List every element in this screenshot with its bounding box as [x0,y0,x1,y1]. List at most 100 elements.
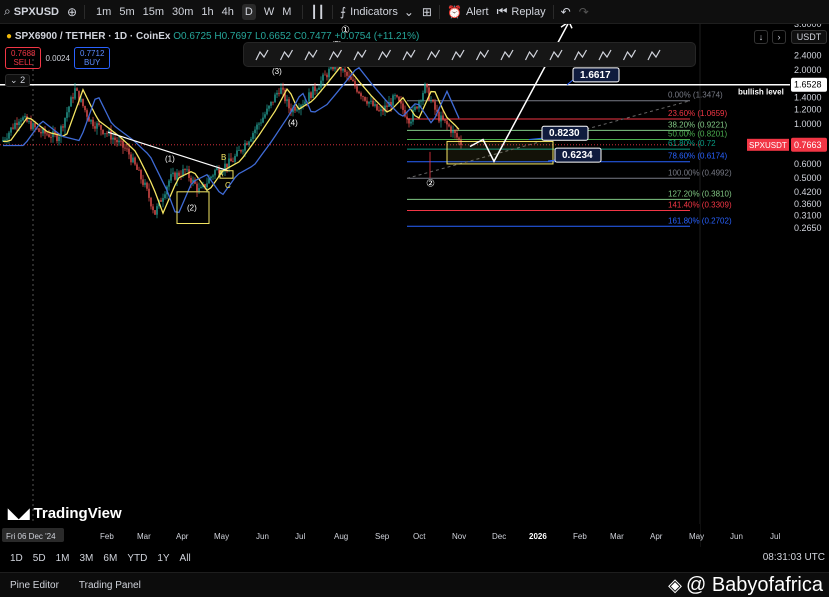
candle-body [250,138,252,142]
time-tick-label: Mar [137,532,151,541]
abcd-pattern-icon[interactable] [328,49,343,61]
xabcd-icon[interactable] [451,49,465,61]
layouts-button[interactable]: ⊞ [418,0,436,24]
fib-level-label: 61.80% (0.72 [668,139,716,148]
candle-body [46,133,48,135]
redo-button[interactable]: ↷ [575,0,593,24]
candle-body [196,183,198,192]
candle-body [104,133,106,135]
alert-button[interactable]: ⏰ Alert [443,0,493,24]
watermark: ◈ @ Babyofafrica [668,574,823,597]
candle-body [248,141,250,145]
candle-body [62,126,64,128]
download-icon[interactable]: ↓ [754,30,768,44]
divider [302,4,304,19]
price-tick-label: 0.3100 [794,211,822,221]
path-icon[interactable] [402,49,416,61]
candle-body [140,170,142,180]
horizontal-ray-icon[interactable] [304,49,318,61]
undo-button[interactable]: ↶ [557,0,575,24]
indicator-collapse-button[interactable]: ⌄ 2 [5,74,31,87]
chevron-down-icon: ⌄ [10,75,18,85]
candle-body [152,206,154,211]
range-5d[interactable]: 5D [28,553,51,564]
sell-button[interactable]: 0.7688 SELL [5,47,42,69]
divider [552,4,554,19]
range-1m[interactable]: 1M [51,553,75,564]
range-1y[interactable]: 1Y [152,553,174,564]
timeframe-5m[interactable]: 5m [119,6,134,18]
range-6m[interactable]: 6M [98,553,122,564]
range-3m[interactable]: 3M [75,553,99,564]
candle-body [422,93,424,101]
legend-change: +0.0754 (+11.21%) [334,31,420,42]
pine-editor-tab[interactable]: Pine Editor [0,580,69,591]
candle-body [378,110,380,111]
fib-icon[interactable] [647,49,661,61]
candle-body [434,101,436,110]
time-tick-label: Aug [334,532,348,541]
legend-close: C0.7477 [293,31,332,42]
line-icon[interactable] [426,49,441,61]
sell-label: SELL [13,58,34,67]
candle-body [454,130,456,134]
candle-body [100,124,102,130]
candle-body [230,158,232,162]
candle-body [110,130,112,140]
candle-body [328,68,330,78]
cypher-pattern-icon[interactable] [353,49,367,61]
timeframe-1m[interactable]: 1m [96,6,111,18]
trading-panel-tab[interactable]: Trading Panel [69,580,151,591]
long-position-icon[interactable] [549,49,563,61]
timeframe-4h[interactable]: 4h [222,6,234,18]
candle-body [346,71,348,76]
brush-icon[interactable] [573,49,588,61]
timeframe-15m[interactable]: 15m [143,6,164,18]
compare-button[interactable]: ⊕ [63,0,81,24]
candle-body [70,97,72,107]
symbol-search[interactable]: ⌕ SPXUSD [0,0,63,24]
timeframe-M[interactable]: M [282,6,291,18]
candle-body [120,140,122,142]
timeframe-30m[interactable]: 30m [172,6,193,18]
candle-body [22,117,24,121]
time-tick-label: Apr [176,532,189,541]
square-icon[interactable] [377,49,392,61]
time-tick-label: Sep [375,532,390,541]
buy-button[interactable]: 0.7712 BUY [73,47,111,69]
timeframe-D[interactable]: D [241,3,256,20]
price-tick-label: 1.4000 [794,93,822,103]
replay-button[interactable]: ⏮ Replay [493,0,550,24]
range-1d[interactable]: 1D [0,553,28,564]
utc-clock[interactable]: 08:31:03 UTC [763,552,825,563]
chart-canvas[interactable]: 8.00007.00006.00005.00004.20003.60003.00… [0,24,829,547]
triangle-icon[interactable] [524,49,539,61]
chart-type-button[interactable]: ┃┃ [306,0,328,24]
time-tick-label: Fri 06 Dec '24 [6,532,56,541]
candle-body [446,120,448,125]
chevron-right-icon[interactable]: › [772,30,786,44]
timeframe-W[interactable]: W [264,6,274,18]
tradingview-logo: ◣◢ TradingView [8,505,122,522]
elliott-wave-icon[interactable] [500,49,514,61]
candle-body [10,127,12,133]
candle-body [352,79,354,82]
candle-body [124,147,126,149]
arrow-icon[interactable] [598,49,612,61]
head-shoulders-icon[interactable] [475,49,490,61]
indicators-button[interactable]: ⨍ Indicators ⌄ [336,0,418,24]
fib-level-label: 78.60% (0.6174) [668,152,727,161]
pitchfork-icon[interactable] [622,49,637,61]
timeframe-1h[interactable]: 1h [201,6,213,18]
trend-line-icon[interactable] [279,49,294,61]
rectangle-icon[interactable] [255,49,269,61]
candle-body [38,128,40,132]
candle-body [362,96,364,98]
range-all[interactable]: All [175,553,196,564]
candle-body [364,96,366,101]
currency-selector[interactable]: USDT [791,30,827,44]
chart-pane[interactable]: 8.00007.00006.00005.00004.20003.60003.00… [0,24,829,547]
current-price-label: 0.7663 [794,140,822,150]
range-ytd[interactable]: YTD [122,553,152,564]
candle-body [374,104,376,106]
